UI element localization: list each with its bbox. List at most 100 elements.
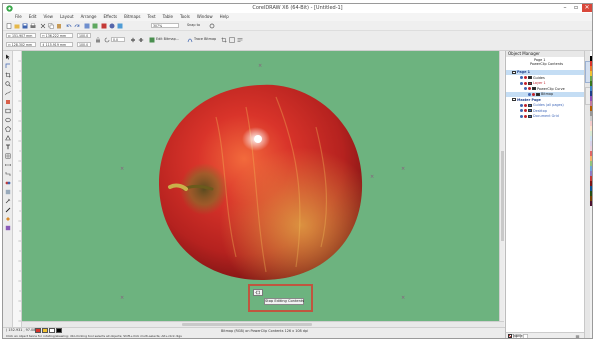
expand-toggle-icon[interactable] bbox=[512, 70, 516, 74]
eyedropper-tool-icon[interactable] bbox=[5, 198, 11, 204]
object-tree-row[interactable]: Page 1 bbox=[506, 70, 584, 75]
lock-ratio-icon[interactable] bbox=[95, 37, 101, 43]
visibility-eye-icon[interactable] bbox=[520, 109, 523, 112]
shape-tool-icon[interactable] bbox=[5, 63, 11, 69]
menu-bitmaps[interactable]: Bitmaps bbox=[124, 13, 140, 21]
printable-icon[interactable] bbox=[528, 87, 531, 90]
blend-tool-icon[interactable] bbox=[5, 180, 11, 186]
zoom-level-field[interactable]: 307% bbox=[151, 23, 179, 28]
object-tree-row[interactable]: Desktop bbox=[506, 109, 584, 114]
menu-view[interactable]: View bbox=[43, 13, 53, 21]
minimize-button[interactable]: – bbox=[560, 4, 570, 12]
options-gear-icon[interactable] bbox=[209, 23, 215, 29]
pick-tool-icon[interactable] bbox=[5, 54, 11, 60]
freehand-tool-icon[interactable] bbox=[5, 90, 11, 96]
selection-handle[interactable]: × bbox=[401, 167, 405, 172]
smart-fill-tool-icon[interactable] bbox=[5, 99, 11, 105]
polygon-tool-icon[interactable] bbox=[5, 126, 11, 132]
publish-pdf-icon[interactable] bbox=[101, 23, 107, 29]
snap-to-dropdown[interactable]: Snap to bbox=[187, 23, 200, 28]
text-tool-icon[interactable] bbox=[5, 144, 11, 150]
outline-pen-tool-icon[interactable] bbox=[5, 207, 11, 213]
object-tree-row[interactable]: PowerClip Curve bbox=[506, 87, 584, 92]
menu-effects[interactable]: Effects bbox=[104, 13, 118, 21]
mirror-horizontal-icon[interactable] bbox=[130, 37, 136, 43]
menu-file[interactable]: File bbox=[15, 13, 22, 21]
color-chip[interactable] bbox=[49, 328, 55, 333]
open-folder-icon[interactable] bbox=[14, 23, 20, 29]
color-chip[interactable] bbox=[35, 328, 41, 333]
object-tree-row[interactable]: Document Grid bbox=[506, 114, 584, 119]
menu-arrange[interactable]: Arrange bbox=[81, 13, 97, 21]
rectangle-tool-icon[interactable] bbox=[5, 108, 11, 114]
object-tree-row[interactable]: Layer 1 bbox=[506, 81, 584, 86]
export-icon[interactable] bbox=[92, 23, 98, 29]
color-chip[interactable] bbox=[56, 328, 62, 333]
new-document-icon[interactable] bbox=[6, 23, 12, 29]
crop-tool-icon[interactable] bbox=[5, 72, 11, 78]
basic-shapes-tool-icon[interactable] bbox=[5, 135, 11, 141]
layer-manager-icon[interactable] bbox=[523, 334, 528, 339]
table-tool-icon[interactable] bbox=[5, 153, 11, 159]
save-icon[interactable] bbox=[22, 23, 28, 29]
selection-handle[interactable]: × bbox=[120, 167, 124, 172]
color-chip[interactable] bbox=[42, 328, 48, 333]
menu-edit[interactable]: Edit bbox=[29, 13, 37, 21]
printable-icon[interactable] bbox=[524, 109, 527, 112]
apple-bitmap[interactable] bbox=[156, 77, 364, 282]
printable-icon[interactable] bbox=[524, 103, 527, 107]
selection-handle[interactable]: × bbox=[401, 296, 405, 301]
edit-bitmap-button[interactable]: Edit Bitmap... bbox=[156, 37, 179, 42]
menu-layout[interactable]: Layout bbox=[60, 13, 74, 21]
selection-handle[interactable]: × bbox=[258, 64, 262, 69]
selection-handle[interactable]: × bbox=[370, 175, 374, 180]
y-position-field[interactable]: y: 128.302 mm bbox=[6, 42, 36, 47]
crop-bitmap-icon[interactable] bbox=[221, 37, 227, 43]
wrap-text-icon[interactable] bbox=[237, 37, 243, 43]
vertical-scrollbar[interactable] bbox=[499, 51, 504, 321]
menu-tools[interactable]: Tools bbox=[180, 13, 190, 21]
zoom-tool-icon[interactable] bbox=[5, 81, 11, 87]
delete-icon[interactable] bbox=[575, 334, 580, 339]
connector-tool-icon[interactable] bbox=[5, 171, 11, 177]
printable-icon[interactable] bbox=[532, 92, 535, 96]
resample-icon[interactable] bbox=[229, 37, 235, 43]
scale-width-field[interactable]: 100.0 bbox=[77, 33, 91, 38]
dimension-tool-icon[interactable] bbox=[5, 162, 11, 168]
object-tree-row[interactable]: Master Page bbox=[506, 98, 584, 103]
x-position-field[interactable]: x: 151.907 mm bbox=[6, 33, 36, 38]
palette-swatch[interactable] bbox=[590, 201, 592, 206]
welcome-screen-icon[interactable] bbox=[117, 23, 123, 29]
menu-table[interactable]: Table bbox=[163, 13, 173, 21]
selection-handle[interactable]: × bbox=[120, 296, 124, 301]
visibility-eye-icon[interactable] bbox=[520, 81, 523, 85]
close-button[interactable]: ✕ bbox=[582, 4, 592, 12]
menu-help[interactable]: Help bbox=[220, 13, 229, 21]
paste-icon[interactable] bbox=[56, 23, 62, 29]
printable-icon[interactable] bbox=[524, 114, 527, 118]
object-width-field[interactable]: ↔ 136.222 mm bbox=[40, 33, 73, 38]
import-icon[interactable] bbox=[84, 23, 90, 29]
drawing-canvas[interactable]: × × × × × × Stop Editing Contents bbox=[22, 51, 504, 321]
transparency-tool-icon[interactable] bbox=[5, 189, 11, 195]
rotation-angle-field[interactable]: 0.0 bbox=[111, 37, 125, 42]
printable-icon[interactable] bbox=[524, 76, 527, 79]
visibility-eye-icon[interactable] bbox=[520, 76, 523, 79]
mirror-vertical-icon[interactable] bbox=[138, 37, 144, 43]
ellipse-tool-icon[interactable] bbox=[5, 117, 11, 123]
redo-icon[interactable] bbox=[74, 23, 80, 29]
object-height-field[interactable]: ↕ 115.919 mm bbox=[40, 42, 73, 47]
copy-icon[interactable] bbox=[48, 23, 54, 29]
visibility-eye-icon[interactable] bbox=[520, 114, 523, 118]
menu-text[interactable]: Text bbox=[148, 13, 156, 21]
visibility-eye-icon[interactable] bbox=[520, 103, 523, 107]
maximize-button[interactable]: ▫ bbox=[571, 4, 581, 12]
printable-icon[interactable] bbox=[524, 81, 527, 85]
trace-bitmap-button[interactable]: Trace Bitmap bbox=[194, 37, 216, 42]
fill-tool-icon[interactable] bbox=[5, 216, 11, 222]
undo-icon[interactable] bbox=[66, 23, 72, 29]
horizontal-scroll-thumb[interactable] bbox=[182, 323, 312, 326]
vertical-scroll-thumb[interactable] bbox=[501, 151, 504, 241]
scale-height-field[interactable]: 100.0 bbox=[77, 42, 91, 47]
visibility-eye-icon[interactable] bbox=[528, 92, 531, 96]
